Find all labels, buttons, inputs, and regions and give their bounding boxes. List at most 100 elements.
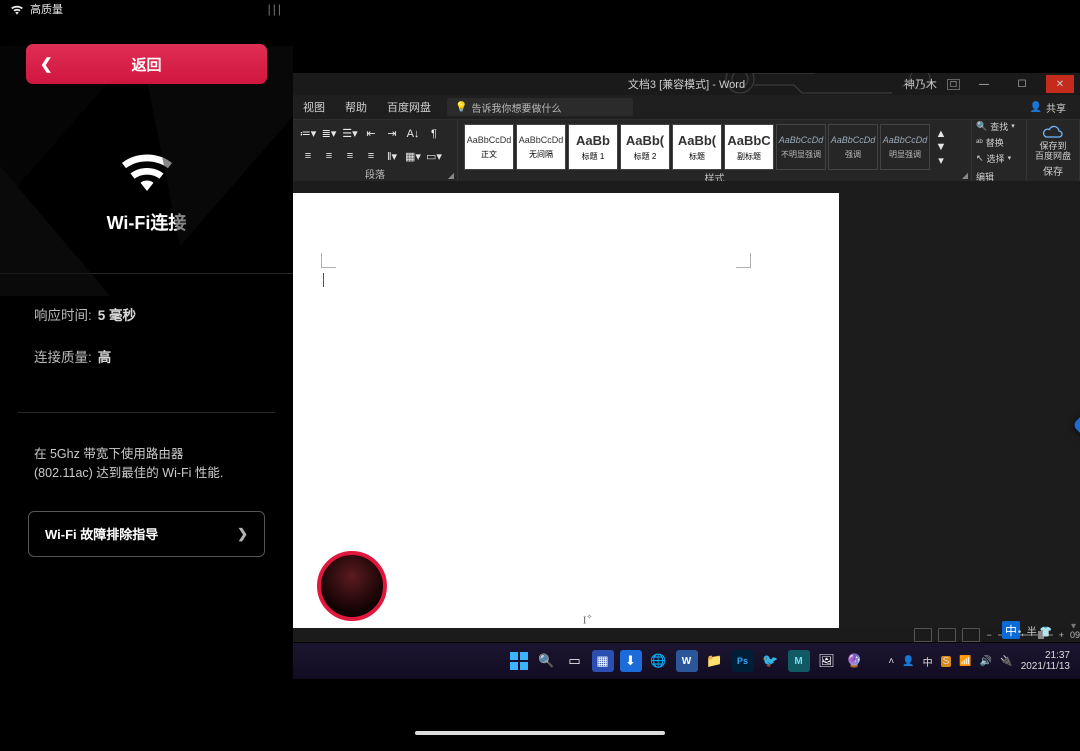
style-item[interactable]: AaBb(标题 2	[620, 124, 670, 170]
tab-view[interactable]: 视图	[293, 95, 335, 119]
menu-icon[interactable]: |||	[268, 2, 283, 16]
align-left-button[interactable]: ≡	[299, 148, 317, 164]
share-icon: 👤	[1030, 102, 1042, 113]
close-button[interactable]: ✕	[1046, 75, 1074, 93]
dialog-launcher-icon[interactable]: ◢	[448, 171, 454, 180]
app-icon[interactable]: 🔮	[844, 650, 866, 672]
style-item[interactable]: AaBb(标题	[672, 124, 722, 170]
taskbar-center: 🔍 ▭ ▦ ⬇ 🌐 W 📁 Ps 🐦 M 🖼 🔮	[508, 650, 866, 672]
tell-me-search[interactable]: 💡 告诉我你想要做什么	[447, 98, 633, 116]
indent-button[interactable]: ⇥	[383, 126, 401, 142]
taskbar-clock[interactable]: 21:37 2021/11/13	[1021, 650, 1070, 672]
multilevel-button[interactable]: ☰▾	[341, 126, 359, 142]
share-button[interactable]: 👤 共享	[1016, 100, 1080, 115]
maximize-button[interactable]: ☐	[1008, 75, 1036, 93]
styles-more[interactable]: ▾	[932, 154, 950, 166]
photos-icon[interactable]: 🖼	[816, 650, 838, 672]
taskview-button[interactable]: ▭	[564, 650, 586, 672]
connection-quality-value: 高	[98, 346, 112, 366]
tray-overflow-icon[interactable]: ˄	[888, 656, 894, 667]
tray-ime-icon[interactable]: 中	[923, 654, 933, 669]
sort-button[interactable]: A↓	[404, 126, 422, 142]
style-item[interactable]: AaBbCcDd无间隔	[516, 124, 566, 170]
print-layout-button[interactable]	[938, 628, 956, 642]
maya-icon[interactable]: M	[788, 650, 810, 672]
edge-icon[interactable]: 🌐	[648, 650, 670, 672]
tray-battery-icon[interactable]: 🔌	[1000, 656, 1012, 667]
photoshop-icon[interactable]: Ps	[732, 650, 754, 672]
style-item[interactable]: AaBbCcDd正文	[464, 124, 514, 170]
save-to-baidupan-button[interactable]: 保存到百度网盘 保存	[1027, 120, 1080, 182]
read-mode-button[interactable]	[914, 628, 932, 642]
bullets-button[interactable]: ≔▾	[299, 126, 317, 142]
user-menu-icon[interactable]: ☐	[947, 79, 960, 90]
thunder-badge[interactable]	[1072, 398, 1080, 452]
minimize-button[interactable]: —	[970, 75, 998, 93]
shading-button[interactable]: ▦▾	[404, 148, 422, 164]
document-page[interactable]: I✧	[293, 193, 839, 631]
cursor-icon: ↖	[976, 153, 984, 164]
numbering-button[interactable]: ≣▾	[320, 126, 338, 142]
divider	[18, 412, 275, 413]
style-item[interactable]: AaBbCcDd不明显强调	[776, 124, 826, 170]
zoom-out-button[interactable]: −	[986, 630, 991, 640]
status-bar: 高质量 |||	[0, 0, 293, 18]
style-item[interactable]: AaBbC副标题	[724, 124, 774, 170]
tray-icon[interactable]: 👤	[902, 656, 914, 667]
justify-button[interactable]: ≡	[362, 148, 380, 164]
styles-scroll-down[interactable]: ▼	[932, 141, 950, 153]
align-center-button[interactable]: ≡	[320, 148, 338, 164]
connection-quality-label: 连接质量:	[34, 346, 92, 366]
document-viewport[interactable]: I✧ ▾	[293, 181, 1080, 638]
app-icon[interactable]: ▦	[592, 650, 614, 672]
wifi-settings-panel: 高质量 ||| ❮ 返回 Wi-Fi连接 响应时间: 5 毫秒 连接质量: 高 …	[0, 0, 293, 751]
search-icon: 🔍	[976, 121, 987, 132]
wifi-tip: 在 5Ghz 带宽下使用路由器 (802.11ac) 达到最佳的 Wi-Fi 性…	[0, 445, 293, 483]
tray-wifi-icon[interactable]: 📶	[959, 656, 971, 667]
back-button[interactable]: ❮ 返回	[26, 44, 267, 84]
tab-help[interactable]: 帮助	[335, 95, 377, 119]
clock-date: 2021/11/13	[1021, 661, 1070, 672]
style-item[interactable]: AaBb标题 1	[568, 124, 618, 170]
style-item[interactable]: AaBbCcDd强调	[828, 124, 878, 170]
web-layout-button[interactable]	[962, 628, 980, 642]
troubleshoot-label: Wi-Fi 故障排除指导	[45, 524, 158, 543]
outdent-button[interactable]: ⇤	[362, 126, 380, 142]
select-button[interactable]: ↖选择▾	[976, 152, 1022, 165]
tray-icon[interactable]: S	[941, 656, 952, 667]
ribbon: ≔▾ ≣▾ ☰▾ ⇤ ⇥ A↓ ¶ ≡ ≡ ≡ ≡ ‖▾ ▦▾ ▭▾ 段落 ◢ …	[293, 120, 1080, 182]
lightbulb-icon: 💡	[455, 102, 467, 113]
start-button[interactable]	[508, 650, 530, 672]
tray-volume-icon[interactable]: 🔊	[980, 656, 992, 667]
text-cursor	[323, 273, 325, 287]
dialog-launcher-icon[interactable]: ◢	[962, 171, 968, 180]
zoom-value[interactable]: 09%	[1070, 630, 1080, 640]
group-styles: AaBbCcDd正文AaBbCcDd无间隔AaBb标题 1AaBb(标题 2Aa…	[458, 120, 972, 182]
styles-scroll-up[interactable]: ▲	[932, 128, 950, 140]
align-right-button[interactable]: ≡	[341, 148, 359, 164]
troubleshoot-button[interactable]: Wi-Fi 故障排除指导 ❯	[28, 511, 265, 557]
zoom-in-button[interactable]: +	[1059, 630, 1064, 640]
word-icon[interactable]: W	[676, 650, 698, 672]
search-button[interactable]: 🔍	[536, 650, 558, 672]
home-indicator	[415, 731, 665, 735]
app-icon[interactable]: ⬇	[620, 650, 642, 672]
borders-button[interactable]: ▭▾	[425, 148, 443, 164]
replace-button[interactable]: ᵃᵇ替换	[976, 136, 1022, 149]
ribbon-tabs: 视图 帮助 百度网盘 💡 告诉我你想要做什么 👤 共享	[293, 95, 1080, 120]
style-gallery[interactable]: AaBbCcDd正文AaBbCcDd无间隔AaBb标题 1AaBb(标题 2Aa…	[464, 124, 930, 170]
cloud-save-icon	[1042, 124, 1064, 140]
streaming-record-indicator[interactable]	[317, 551, 387, 621]
taskbar: 🔍 ▭ ▦ ⬇ 🌐 W 📁 Ps 🐦 M 🖼 🔮 ˄ 👤 中 S 📶 🔊 🔌 2…	[293, 643, 1080, 679]
app-icon[interactable]: 🐦	[760, 650, 782, 672]
ibeam-pointer: I✧	[583, 613, 592, 626]
ime-extra: •, 半 👕	[1018, 623, 1052, 638]
tab-baidupan[interactable]: 百度网盘	[377, 95, 441, 119]
find-button[interactable]: 🔍查找▾	[976, 120, 1022, 133]
line-spacing-button[interactable]: ‖▾	[383, 148, 401, 164]
group-paragraph: ≔▾ ≣▾ ☰▾ ⇤ ⇥ A↓ ¶ ≡ ≡ ≡ ≡ ‖▾ ▦▾ ▭▾ 段落 ◢	[293, 120, 458, 182]
style-item[interactable]: AaBbCcDd明显强调	[880, 124, 930, 170]
group-save-label: 保存	[1043, 163, 1063, 178]
show-marks-button[interactable]: ¶	[425, 126, 443, 142]
explorer-icon[interactable]: 📁	[704, 650, 726, 672]
